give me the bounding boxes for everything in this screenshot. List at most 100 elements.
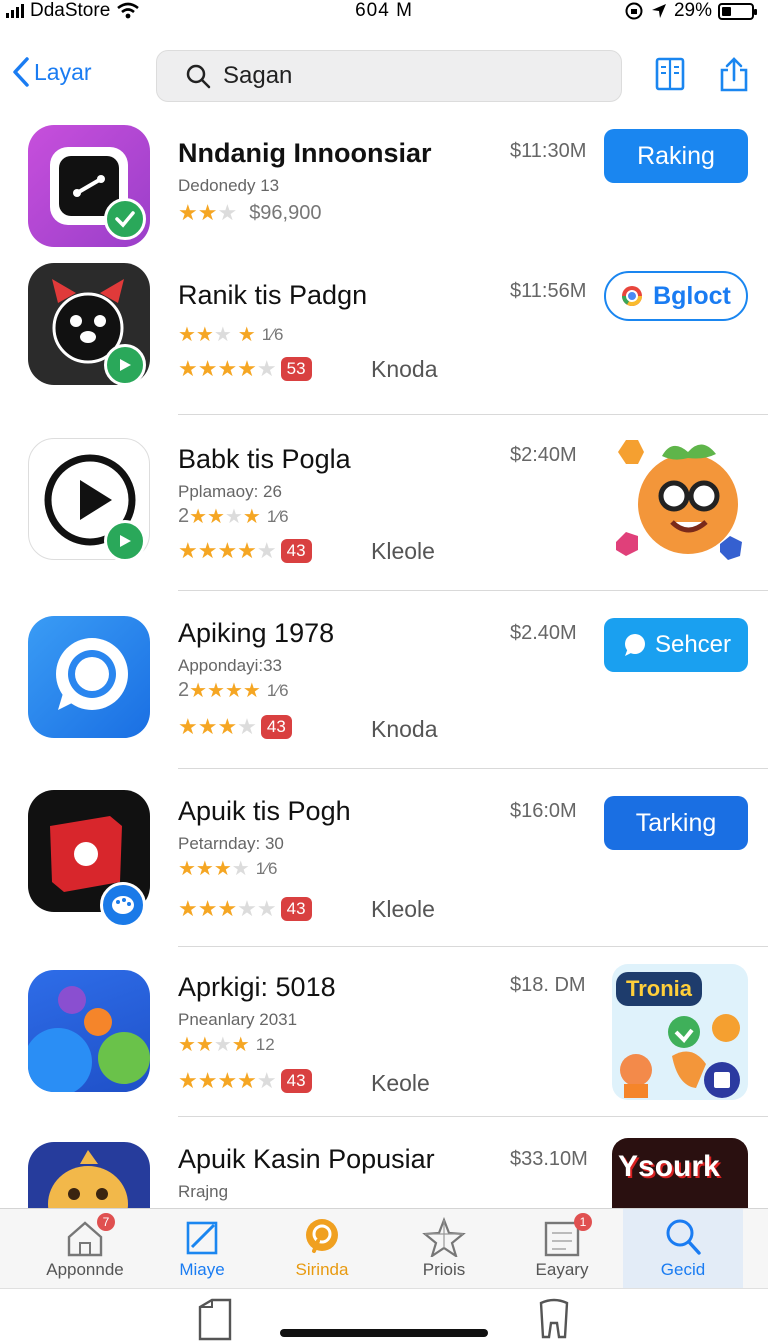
app-name: Apuik Kasin Popusiar: [178, 1144, 435, 1174]
nav-bar: Layar: [0, 44, 768, 106]
location-icon: [651, 4, 666, 18]
battery-percent: 29%: [673, 0, 712, 21]
list-item[interactable]: Ranik tis Padgn ★★ ★ ★ 1⁄6 ★★★★ ★ 53 Knoda …: [0, 258, 768, 418]
tab-apponnde[interactable]: 7 Apponnde: [25, 1209, 145, 1289]
app-tag: Kleole: [371, 896, 435, 922]
tab-label: Miaye: [179, 1260, 225, 1279]
notification-badge: 1: [574, 1213, 592, 1231]
app-name: Babk tis Pogla: [178, 444, 351, 474]
search-circle-icon: [306, 1219, 338, 1253]
list-item[interactable]: Aprkigi: 5018 Pneanlary 2031 ★★ ★ ★ 12 ★★★…: [0, 950, 768, 1120]
app-price: $33.10M: [510, 1148, 588, 1170]
app-price: $2.40M: [510, 622, 577, 644]
tab-label: Sirinda: [295, 1260, 349, 1279]
rating-stars-full: ★★★★★ 43: [178, 538, 312, 564]
cartoon-characters-image: [620, 1014, 740, 1098]
app-tag: Knoda: [371, 716, 438, 742]
chrome-icon: [622, 286, 643, 306]
app-subtitle: Pneanlary 2031: [178, 1010, 298, 1029]
app-icon: [28, 970, 150, 1092]
list-item[interactable]: Apiking 1978 Appondayi:33 2 ★★★★ 1⁄6 ★★★…: [0, 594, 768, 772]
tab-sirinda[interactable]: Sirinda: [262, 1209, 382, 1289]
balloons-icon: [28, 986, 150, 1092]
app-subtitle: Appondayi:33: [178, 656, 282, 675]
palette-icon: [100, 882, 146, 928]
red-box-icon: [50, 816, 122, 892]
promo-image[interactable]: Ysourk: [612, 1138, 748, 1208]
star-outline-icon: [422, 1217, 466, 1257]
promo-title: Tronia: [616, 972, 703, 1006]
home-indicator[interactable]: [280, 1329, 488, 1337]
rating-stars-full: ★★★★ ★ 53: [178, 356, 312, 382]
app-subtitle: Pplamaoy: 26: [178, 482, 282, 501]
list-item[interactable]: Apuik Kasin Popusiar Rrajng $33.10M Ysou…: [0, 1120, 768, 1208]
app-icon: [28, 616, 150, 738]
get-button[interactable]: Raking: [604, 129, 748, 183]
tab-priois[interactable]: Priois: [384, 1209, 504, 1289]
app-icon: [28, 1142, 150, 1208]
app-tag: Keole: [371, 1070, 430, 1096]
link-icon: [73, 175, 105, 197]
rating-stars-full: ★★★★★ 43: [178, 896, 312, 922]
app-tag: Kleole: [371, 538, 435, 564]
rotation-lock-icon: [625, 2, 643, 20]
edit-icon: [186, 1221, 218, 1255]
app-name: Nndanig Innoonsiar: [178, 138, 432, 168]
bottom-bar: [0, 1288, 768, 1344]
list-item[interactable]: Babk tis Pogla Pplamaoy: 26 2 ★★ ★ ★ 1⁄6 ★…: [0, 418, 768, 594]
tab-label: Eayary: [535, 1260, 589, 1279]
home-icon: [67, 1221, 103, 1257]
bookmark-icon[interactable]: [654, 56, 686, 94]
verified-icon: [104, 198, 146, 240]
tab-gecid[interactable]: Gecid: [623, 1209, 743, 1289]
count-badge: 43: [260, 715, 292, 739]
smiley-character-icon: [48, 1150, 128, 1208]
app-name: Apuik tis Pogh: [178, 796, 351, 826]
app-name: Ranik tis Padgn: [178, 280, 368, 310]
app-price: $11:56M: [510, 280, 587, 302]
app-price: $2:40M: [510, 444, 577, 466]
chevron-left-icon: [13, 57, 29, 87]
promo-image[interactable]: [612, 432, 748, 568]
back-label: Layar: [34, 58, 92, 85]
app-price: $16:0M: [510, 800, 577, 822]
tab-miaye[interactable]: Miaye: [142, 1209, 262, 1289]
status-bar: DdaStore 604 M 29%: [0, 0, 768, 28]
tab-label: Apponnde: [46, 1260, 124, 1279]
device-icon[interactable]: [196, 1297, 234, 1341]
list-item[interactable]: Apuik tis Pogh Petarnday: 30 ★★★ ★ 1⁄6 ★★…: [0, 772, 768, 950]
list-item[interactable]: Nndanig Innoonsiar Dedonedy 13 ★★ ★ $96,9…: [0, 118, 768, 268]
search-icon: [186, 64, 211, 89]
rating-stars: ★★★★ 1⁄6: [178, 324, 284, 346]
app-subtitle: Rrajng: [178, 1182, 229, 1201]
get-button[interactable]: Tarking: [604, 796, 748, 850]
app-tag: Knoda: [371, 356, 438, 382]
count-badge: 43: [280, 539, 312, 563]
count-badge: 43: [280, 897, 312, 921]
chat-bubble-icon: [56, 638, 128, 710]
tab-bar: 7 Apponnde Miaye Sirinda Priois 1 Eayary…: [0, 1208, 768, 1289]
get-button[interactable]: Bgloct: [604, 271, 748, 321]
get-button[interactable]: Sehcer: [604, 618, 748, 672]
rating-stars-full: ★★★★★ 43: [178, 1068, 312, 1094]
app-price: $11:30M: [510, 140, 587, 162]
promo-image[interactable]: Tronia: [612, 964, 748, 1100]
tooth-icon[interactable]: [535, 1297, 573, 1341]
share-icon[interactable]: [718, 56, 750, 94]
app-subtitle: Dedonedy 13: [178, 176, 280, 195]
search-bar[interactable]: [156, 50, 622, 102]
back-button[interactable]: Layar: [12, 56, 92, 88]
app-name: Apiking 1978: [178, 618, 335, 648]
rating-stars-full: ★★★ ★ 43: [178, 714, 292, 740]
rating-stars: ★★ ★ ★ 12: [178, 1034, 275, 1056]
app-name: Aprkigi: 5018: [178, 972, 336, 1002]
tab-eayary[interactable]: 1 Eayary: [502, 1209, 622, 1289]
rating-stars: 2 ★★★★ 1⁄6: [178, 505, 289, 528]
search-input[interactable]: [223, 62, 583, 90]
count-badge: 53: [280, 357, 312, 381]
tab-label: Gecid: [660, 1260, 706, 1279]
play-badge-icon: [104, 344, 146, 386]
app-price: $18. DM: [510, 974, 586, 996]
rating-stars: ★★ ★ $96,900: [178, 200, 322, 225]
tab-label: Priois: [422, 1260, 466, 1279]
